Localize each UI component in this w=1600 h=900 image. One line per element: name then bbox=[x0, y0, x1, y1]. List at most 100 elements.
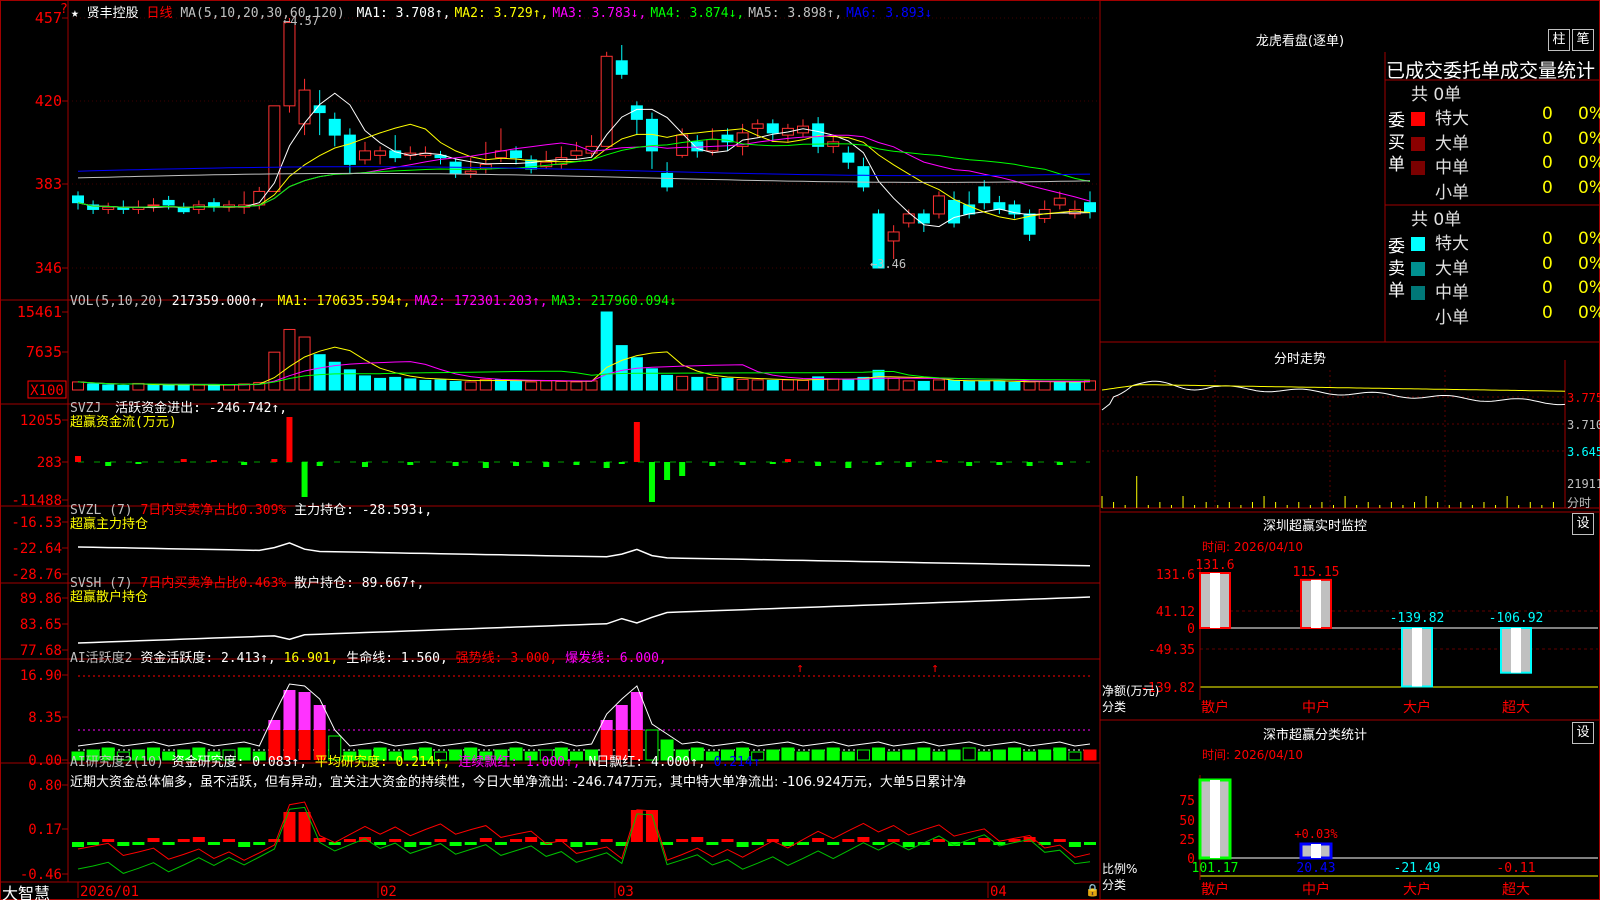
svzj-bar bbox=[210, 460, 217, 462]
ai2-bar bbox=[132, 842, 145, 845]
volume-bar bbox=[510, 379, 523, 391]
lock-icon[interactable]: 🔒 bbox=[1085, 883, 1100, 897]
volume-bar bbox=[313, 354, 326, 391]
svzj-bar bbox=[935, 460, 942, 462]
ai2-bar bbox=[449, 842, 462, 846]
ai1-bar bbox=[796, 751, 810, 761]
svzj-bar bbox=[769, 462, 776, 464]
order-row-特大: 特大 0 0% bbox=[1411, 104, 1600, 129]
class-bar-highlight bbox=[1311, 844, 1321, 858]
ai2-bar bbox=[223, 839, 236, 842]
ai1-bar bbox=[992, 749, 1006, 761]
volume-bar bbox=[872, 369, 885, 391]
class-category: 中户 bbox=[1302, 881, 1330, 898]
volume-bar bbox=[1068, 381, 1081, 391]
intraday-axis-mid: 3.710 bbox=[1567, 418, 1600, 432]
monitor-title: 深圳超赢实时监控 bbox=[1262, 519, 1367, 534]
volume-bar bbox=[902, 380, 915, 391]
high-mark: ←4.57 bbox=[283, 14, 320, 28]
monitor-tick-label: 41.12 bbox=[1156, 605, 1195, 620]
ai1-bar bbox=[1068, 751, 1082, 761]
stock-name: 贤丰控股 bbox=[86, 6, 139, 21]
ai1-bar bbox=[887, 751, 901, 761]
order-row-小单: 小单 0 0% bbox=[1411, 303, 1600, 328]
ai2-bar bbox=[72, 842, 84, 847]
ai2-bar bbox=[706, 842, 719, 845]
color-swatch bbox=[1411, 286, 1425, 300]
ai1-bar bbox=[1038, 749, 1052, 761]
vol-items-2: MA3: 217960.094↓ bbox=[551, 294, 677, 309]
ai1-bar bbox=[1023, 751, 1037, 761]
class-bar-highlight bbox=[1210, 780, 1220, 858]
candle-body bbox=[162, 199, 175, 206]
ai2-bar bbox=[812, 838, 825, 842]
monitor-settings-button[interactable]: 设 bbox=[1572, 513, 1594, 535]
svzj-tick-label: -11488 bbox=[11, 493, 62, 509]
ai2-bar bbox=[147, 838, 160, 842]
svzj-bar bbox=[573, 462, 580, 465]
class-bar-pct-label: +0.03% bbox=[1294, 827, 1338, 841]
intraday-vol-label: 分时 bbox=[1567, 496, 1592, 510]
svzj-bar bbox=[452, 462, 459, 466]
candle-body bbox=[661, 172, 674, 188]
ai2-bar bbox=[404, 842, 417, 847]
vol-items-1: MA2: 172301.203↑, bbox=[414, 294, 548, 309]
tick-mode-button[interactable]: 笔 bbox=[1572, 29, 1594, 51]
ai2-bar bbox=[479, 838, 492, 842]
candles bbox=[72, 18, 1096, 269]
volume-bar bbox=[948, 379, 961, 391]
svzj-bar bbox=[875, 462, 882, 465]
candle-body bbox=[358, 150, 371, 161]
order-row-count: 0 bbox=[1542, 302, 1553, 323]
period-label[interactable]: 日线 bbox=[147, 6, 173, 21]
ai1-bar-magenta bbox=[298, 692, 311, 730]
ai2-bar bbox=[721, 839, 734, 842]
ai2-value5: 0.214↑ bbox=[713, 755, 761, 770]
intraday-avg-line bbox=[1101, 384, 1566, 392]
order-row-count: 0 bbox=[1542, 278, 1553, 298]
volume-bar bbox=[963, 380, 976, 391]
volume-bar bbox=[374, 377, 387, 391]
svzj-bar bbox=[180, 459, 187, 462]
ai2-ndays: N日飘红: 4.000↑, bbox=[588, 755, 706, 770]
stat-title: 已成交委托单成交量统计 bbox=[1386, 60, 1596, 82]
ai2-bar bbox=[343, 839, 356, 842]
svzl-value: 主力持仓: -28.593↓, bbox=[294, 503, 433, 518]
class-tick-label: 25 bbox=[1179, 833, 1195, 848]
svzj-bar bbox=[105, 462, 112, 466]
ai2-bar bbox=[238, 842, 251, 847]
candle-body bbox=[570, 150, 583, 156]
svzj-bars bbox=[75, 417, 1063, 502]
ai2-title: AI研究度2(10) bbox=[70, 755, 164, 770]
color-swatch bbox=[1411, 136, 1425, 151]
volume-bar bbox=[389, 376, 402, 391]
question-mark[interactable]: ? bbox=[60, 2, 68, 17]
volume-bar bbox=[706, 376, 719, 391]
svzl-line bbox=[77, 542, 1091, 567]
volume-bar bbox=[525, 381, 538, 391]
sell-orders-label: 委卖单 bbox=[1388, 237, 1405, 301]
ai2-consecutive: 连续飘红: 1.000↑, bbox=[458, 755, 581, 770]
color-swatch bbox=[1411, 161, 1425, 175]
volume-bar bbox=[766, 379, 779, 391]
volume-bar bbox=[298, 336, 311, 391]
bar-mode-button[interactable]: 柱 bbox=[1548, 29, 1570, 51]
svzj-bar bbox=[301, 462, 308, 497]
ai1-bar bbox=[766, 749, 780, 761]
vol-tick-label: 7635 bbox=[26, 343, 62, 361]
candle-body bbox=[479, 163, 492, 170]
svzj-tick-label: 12055 bbox=[20, 413, 62, 429]
ai2-bar bbox=[978, 838, 991, 842]
favorite-star-icon[interactable]: ★ bbox=[71, 6, 79, 21]
ai2-tick-label: 0.80 bbox=[28, 778, 62, 794]
svzj-bar bbox=[633, 422, 640, 462]
order-row-大单: 大单 0 0% bbox=[1411, 129, 1600, 154]
class-settings-button[interactable]: 设 bbox=[1572, 722, 1594, 744]
class-time: 时间: 2026/04/10 bbox=[1202, 748, 1304, 762]
order-row-pct: 0% bbox=[1578, 177, 1600, 198]
volume-bar bbox=[691, 376, 704, 391]
monitor-category-label: 分类 bbox=[1102, 700, 1127, 714]
ma-items-4: MA5: 3.898↑, bbox=[748, 6, 843, 21]
monitor-bar-highlight bbox=[1511, 628, 1521, 673]
svzj-tick-label: 283 bbox=[37, 455, 62, 471]
